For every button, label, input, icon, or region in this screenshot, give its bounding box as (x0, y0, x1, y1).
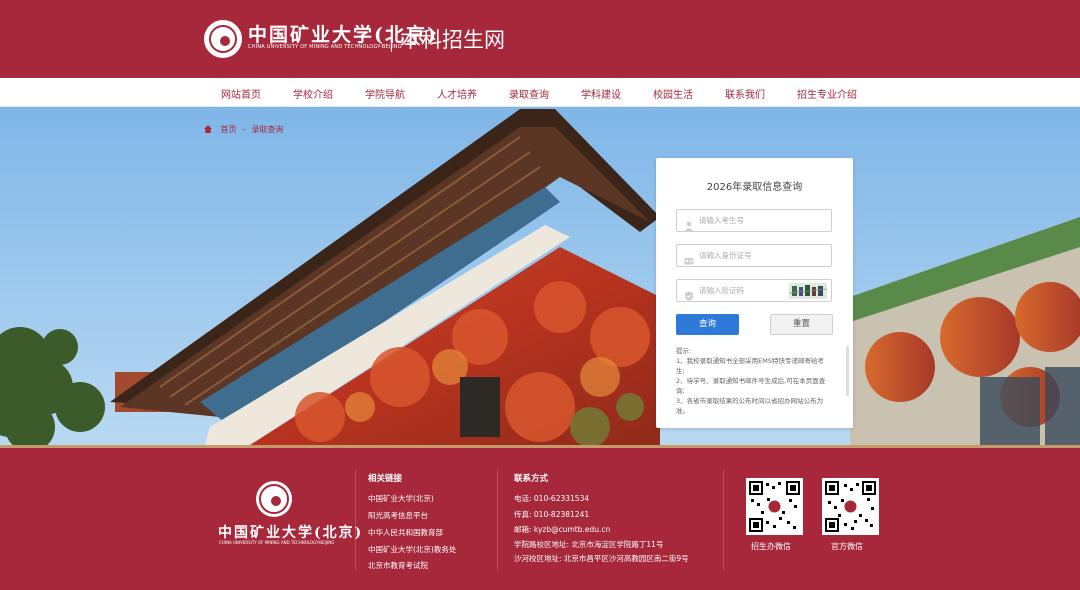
links-heading: 相关链接 (368, 474, 403, 484)
nav-item-admission-query[interactable]: 录取查询 (509, 86, 549, 101)
breadcrumb-separator: - (242, 125, 246, 134)
footer-university-name-cn: 中国矿业大学(北京) (218, 525, 364, 541)
tips-scrollbar[interactable] (846, 346, 849, 396)
id-card-icon (684, 251, 694, 265)
breadcrumb-current: 录取查询 (251, 125, 284, 134)
query-card-title: 2026年录取信息查询 (706, 182, 803, 193)
nav-item-home[interactable]: 网站首页 (221, 86, 261, 101)
user-icon (684, 216, 694, 231)
university-name-en: CHINA UNIVERSITY OF MINING AND TECHNOLOG… (248, 44, 402, 50)
nav-item-talent[interactable]: 人才培养 (437, 86, 477, 101)
footer-link[interactable]: 阳光高考信息平台 (368, 510, 428, 521)
site-title: 本科招生网 (400, 28, 505, 52)
breadcrumb: 首页 - 录取查询 (204, 124, 289, 135)
nav-item-contact[interactable]: 联系我们 (725, 86, 765, 101)
admission-wechat-qr-code (746, 478, 803, 535)
admission-wechat-label: 招生办微信 (751, 542, 791, 551)
footer-seal-logo (256, 481, 292, 517)
reset-button[interactable]: 重置 (770, 314, 833, 335)
footer-link[interactable]: 中国矿业大学(北京)教务处 (368, 544, 456, 555)
nav-item-school-intro[interactable]: 学校介绍 (293, 86, 333, 101)
contact-phone: 电话: 010-62331534 (514, 494, 590, 503)
contact-email[interactable]: 邮箱: kyzb@cumtb.edu.cn (514, 524, 610, 535)
header-divider (391, 26, 392, 52)
exam-number-input[interactable] (699, 213, 809, 228)
tips-heading: 提示: (676, 347, 692, 355)
footer-divider (355, 470, 356, 570)
nav-item-colleges[interactable]: 学院导航 (365, 86, 405, 101)
exam-number-field[interactable] (676, 209, 832, 232)
site-header: 中国矿业大学(北京) CHINA UNIVERSITY OF MINING AN… (0, 0, 1080, 78)
footer-link[interactable]: 中华人民共和国教育部 (368, 527, 443, 538)
contact-heading: 联系方式 (514, 474, 549, 484)
campus-building-photo (0, 107, 1080, 445)
footer-link[interactable]: 中国矿业大学(北京) (368, 493, 434, 504)
official-wechat-qr-code (822, 478, 879, 535)
hero-banner (0, 107, 1080, 445)
nav-item-majors[interactable]: 招生专业介绍 (797, 86, 857, 101)
query-button[interactable]: 查询 (676, 314, 739, 335)
official-wechat-label: 官方微信 (831, 542, 863, 551)
shield-icon (684, 286, 694, 301)
id-number-field[interactable] (676, 244, 832, 267)
breadcrumb-home[interactable]: 首页 (221, 125, 237, 134)
university-seal-logo[interactable] (204, 20, 242, 58)
tips-item: 1、我校录取通知书全部采用EMS特快专递邮寄给考生; (676, 357, 824, 375)
main-nav: 网站首页 学校介绍 学院导航 人才培养 录取查询 学科建设 校园生活 联系我们 … (0, 78, 1080, 107)
contact-address-xueyuan: 学院路校区地址: 北京市海淀区学院路丁11号 (514, 540, 664, 549)
admission-query-card: 2026年录取信息查询 查询 重置 (656, 158, 853, 428)
footer-divider (723, 470, 724, 570)
footer-university-name-en: CHINA UNIVERSITY OF MINING AND TECHNOLOG… (219, 540, 335, 545)
query-tips: 提示: 1、我校录取通知书全部采用EMS特快专递邮寄给考生; 2、待学号、录取通… (676, 346, 828, 418)
id-number-input[interactable] (699, 248, 809, 263)
home-icon[interactable] (204, 125, 215, 134)
site-footer: 中国矿业大学(北京) CHINA UNIVERSITY OF MINING AN… (0, 445, 1080, 590)
nav-item-disciplines[interactable]: 学科建设 (581, 86, 621, 101)
contact-address-shahe: 沙河校区地址: 北京市昌平区沙河高教园区南二街9号 (514, 554, 689, 563)
captcha-field[interactable] (676, 279, 832, 302)
footer-divider (497, 470, 498, 570)
footer-link[interactable]: 北京市教育考试院 (368, 560, 428, 571)
nav-item-campus-life[interactable]: 校园生活 (653, 86, 693, 101)
captcha-image[interactable] (789, 283, 827, 299)
tips-item: 3、各省市录取结果的公布时间以省招办网站公布为准。 (676, 397, 824, 415)
contact-fax: 传真: 010-82381241 (514, 510, 590, 519)
tips-item: 2、待学号、录取通知书邮件号生成后,可在本页面查询; (676, 377, 826, 395)
